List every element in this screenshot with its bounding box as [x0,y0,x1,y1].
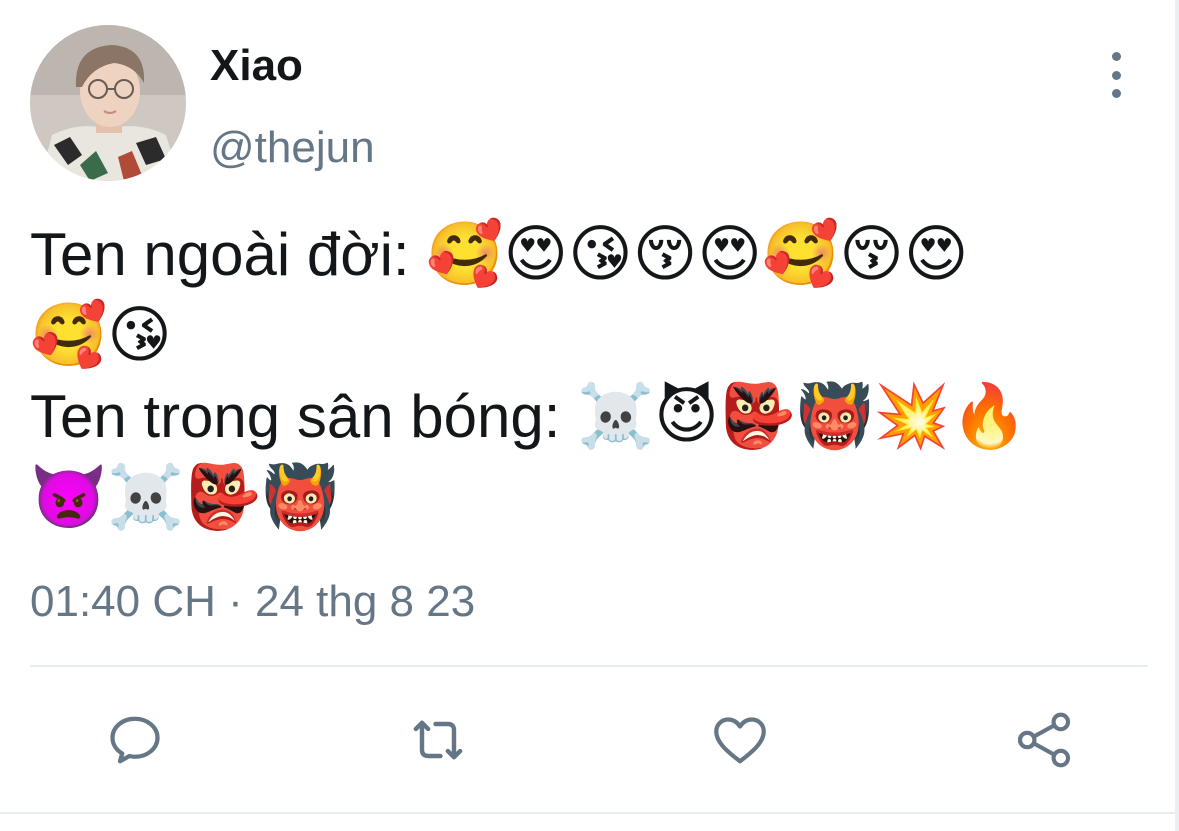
like-icon [714,717,766,764]
reply-button[interactable] [101,706,169,774]
tweet-line-4: 👿☠️👺👹 [30,457,1150,538]
avatar[interactable] [30,25,186,181]
author-handle[interactable]: @thejun [210,122,375,174]
tweet-line-1-text: Ten ngoài đời: [30,221,427,288]
tweet-line-3-emoji: ☠️😈👺👹💥🔥 [577,379,1028,452]
tweet-line-3: Ten trong sân bóng: ☠️😈👺👹💥🔥 [30,376,1150,457]
tweet-line-1: Ten ngoài đời: 🥰😍😘😚😍🥰😚😍 [30,214,1150,295]
retweet-button[interactable] [404,706,472,774]
tweet-detail: Xiao @thejun Ten ngoài đời: 🥰😍😘😚😍🥰😚😍 🥰😘 … [0,0,1179,831]
share-button[interactable] [1010,706,1078,774]
tweet-line-2-emoji: 🥰😘 [30,298,172,371]
like-button[interactable] [706,706,774,774]
reply-icon [110,716,160,764]
tweet-line-3-text: Ten trong sân bóng: [30,383,578,450]
more-options-icon[interactable] [1096,52,1136,98]
tweet-timestamp[interactable]: 01:40 CH · 24 thg 8 23 [30,576,475,628]
divider [30,665,1148,667]
scroll-edge [1175,0,1179,831]
bottom-divider [0,812,1179,814]
tweet-text: Ten ngoài đời: 🥰😍😘😚😍🥰😚😍 🥰😘 Ten trong sân… [30,214,1150,538]
tweet-line-4-emoji: 👿☠️👺👹 [30,460,339,533]
retweet-icon [413,720,463,760]
avatar-photo [30,25,186,181]
tweet-line-2: 🥰😘 [30,295,1150,376]
author-display-name[interactable]: Xiao [210,40,303,92]
share-icon [1017,712,1071,768]
tweet-line-1-emoji: 🥰😍😘😚😍🥰😚😍 [426,217,969,290]
